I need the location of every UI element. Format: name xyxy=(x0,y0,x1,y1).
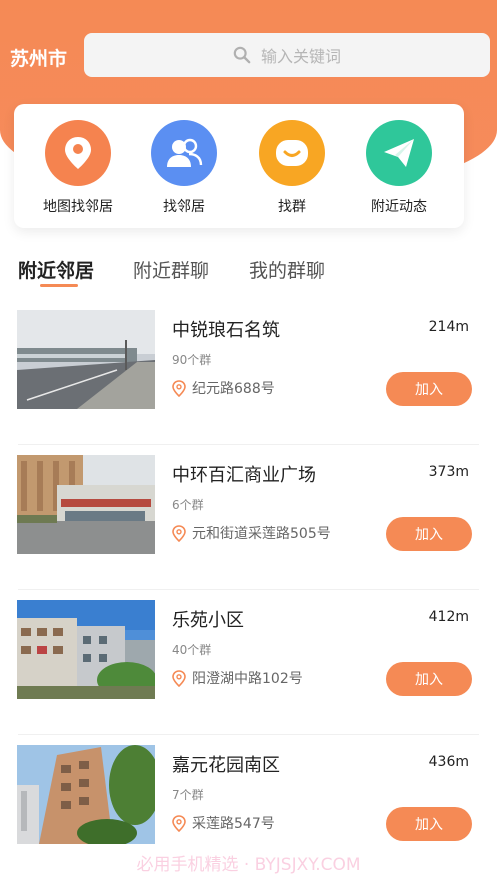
community-name: 嘉元花园南区 xyxy=(172,755,280,776)
address-text: 采莲路547号 xyxy=(192,816,275,832)
address-text: 阳澄湖中路102号 xyxy=(192,671,303,687)
neighbor-list: 中锐琅石名筑 214m 90个群 纪元路688号 加入 中环百汇商业广场 373… xyxy=(0,300,497,880)
community-name: 中锐琅石名筑 xyxy=(172,320,280,341)
quick-action-map-neighbors[interactable]: 地图找邻居 xyxy=(28,120,128,216)
address: 采莲路547号 xyxy=(172,813,275,833)
address: 纪元路688号 xyxy=(172,378,275,398)
community-photo xyxy=(17,745,155,844)
community-photo xyxy=(17,310,155,409)
community-name: 乐苑小区 xyxy=(172,610,244,631)
location-pin-icon xyxy=(172,814,186,832)
quick-action-find-groups[interactable]: 找群 xyxy=(242,120,342,216)
group-count: 6个群 xyxy=(172,498,204,512)
address-text: 元和街道采莲路505号 xyxy=(192,526,331,542)
group-count: 7个群 xyxy=(172,788,204,802)
group-count: 90个群 xyxy=(172,353,212,367)
city-selector[interactable]: 苏州市 xyxy=(10,44,67,71)
search-bar[interactable]: 输入关键词 xyxy=(84,33,490,77)
address: 元和街道采莲路505号 xyxy=(172,523,331,543)
list-item[interactable]: 中锐琅石名筑 214m 90个群 纪元路688号 加入 xyxy=(0,300,497,445)
distance: 412m xyxy=(428,609,469,625)
list-item[interactable]: 中环百汇商业广场 373m 6个群 元和街道采莲路505号 加入 xyxy=(0,445,497,590)
search-icon xyxy=(233,46,251,64)
join-button[interactable]: 加入 xyxy=(386,807,472,841)
quick-action-label: 附近动态 xyxy=(371,199,427,215)
location-pin-icon xyxy=(172,379,186,397)
smile-icon xyxy=(259,120,325,186)
quick-action-label: 地图找邻居 xyxy=(43,199,113,215)
join-button[interactable]: 加入 xyxy=(386,662,472,696)
distance: 436m xyxy=(428,754,469,770)
location-pin-icon xyxy=(172,669,186,687)
search-placeholder: 输入关键词 xyxy=(260,47,341,66)
quick-actions-card: 地图找邻居 找邻居 找群 附近动态 xyxy=(14,104,464,228)
quick-action-label: 找群 xyxy=(278,199,306,215)
quick-action-label: 找邻居 xyxy=(163,199,205,215)
group-count: 40个群 xyxy=(172,643,212,657)
join-button[interactable]: 加入 xyxy=(386,372,472,406)
community-name: 中环百汇商业广场 xyxy=(172,465,316,486)
quick-action-nearby-posts[interactable]: 附近动态 xyxy=(349,120,449,216)
location-pin-icon xyxy=(172,524,186,542)
list-item[interactable]: 乐苑小区 412m 40个群 阳澄湖中路102号 加入 xyxy=(0,590,497,735)
people-icon xyxy=(151,120,217,186)
distance: 373m xyxy=(428,464,469,480)
address: 阳澄湖中路102号 xyxy=(172,668,303,688)
tab-nearby-groups[interactable]: 附近群聊 xyxy=(133,256,209,283)
tab-bar: 附近邻居 附近群聊 我的群聊 xyxy=(18,252,488,292)
quick-action-find-neighbors[interactable]: 找邻居 xyxy=(134,120,234,216)
community-photo xyxy=(17,455,155,554)
community-photo xyxy=(17,600,155,699)
tab-nearby-neighbors[interactable]: 附近邻居 xyxy=(18,256,94,283)
paper-plane-icon xyxy=(366,120,432,186)
location-pin-icon xyxy=(45,120,111,186)
join-button[interactable]: 加入 xyxy=(386,517,472,551)
distance: 214m xyxy=(428,319,469,335)
watermark: 必用手机精选 · BYJSJXY.COM xyxy=(136,855,361,875)
address-text: 纪元路688号 xyxy=(192,381,275,397)
tab-my-groups[interactable]: 我的群聊 xyxy=(249,256,325,283)
active-tab-indicator xyxy=(40,284,78,287)
